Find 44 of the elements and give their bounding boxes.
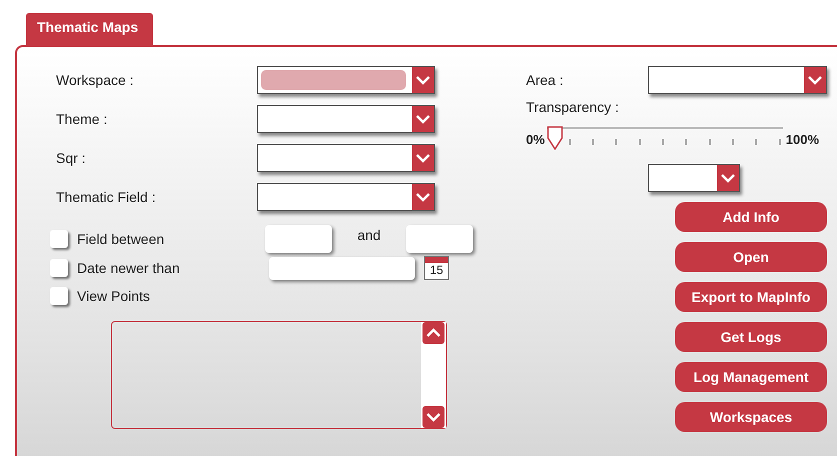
dropdown[interactable] — [257, 144, 435, 172]
tab[interactable]: Thematic Maps — [26, 13, 153, 45]
action-button[interactable]: Add Info — [675, 202, 827, 232]
caret-icon — [412, 67, 434, 93]
dropdown[interactable] — [257, 105, 435, 133]
caret-icon — [412, 106, 434, 132]
checkbox-label: View Points — [77, 288, 151, 304]
caret-icon — [717, 165, 739, 191]
input-field[interactable] — [265, 224, 332, 252]
scroll-up-icon[interactable] — [421, 322, 446, 344]
max-label: 100% — [786, 132, 820, 149]
dropdown[interactable] — [648, 164, 740, 192]
checkbox-label: Date newer than — [77, 260, 181, 276]
scrollbar[interactable] — [421, 322, 446, 428]
slider-track[interactable] — [546, 127, 783, 153]
field-label: Workspace : — [55, 72, 135, 88]
action-button[interactable]: Get Logs — [675, 322, 827, 352]
caret-icon — [412, 145, 434, 171]
field-label: Thematic Field : — [55, 189, 157, 205]
min-label: 0% — [526, 132, 545, 149]
dropdown[interactable] — [257, 66, 435, 94]
date-field[interactable] — [269, 256, 415, 280]
action-button[interactable]: Open — [675, 242, 827, 272]
joiner-label: and — [356, 226, 382, 242]
action-button[interactable]: Log Management — [675, 362, 827, 392]
slider-thumb[interactable] — [546, 126, 563, 150]
field-label: Sqr : — [55, 150, 87, 166]
checkbox[interactable] — [50, 287, 68, 305]
caret-icon — [412, 184, 434, 210]
dropdown[interactable] — [648, 66, 827, 94]
scroll-down-icon[interactable] — [421, 406, 446, 428]
dropdown[interactable] — [257, 183, 435, 211]
field-label: Transparency : — [526, 99, 620, 117]
list-box[interactable] — [111, 321, 447, 429]
checkbox[interactable] — [50, 259, 68, 277]
checkbox-label: Field between — [77, 230, 166, 246]
action-button[interactable]: Export to MapInfo — [675, 282, 827, 312]
calendar-icon[interactable]: 15 — [424, 256, 449, 280]
field-label: Area : — [526, 72, 564, 88]
input-field[interactable] — [406, 224, 473, 252]
caret-icon — [804, 67, 826, 93]
field-label: Theme : — [55, 111, 108, 127]
action-button[interactable]: Workspaces — [675, 402, 827, 432]
checkbox[interactable] — [50, 230, 68, 248]
